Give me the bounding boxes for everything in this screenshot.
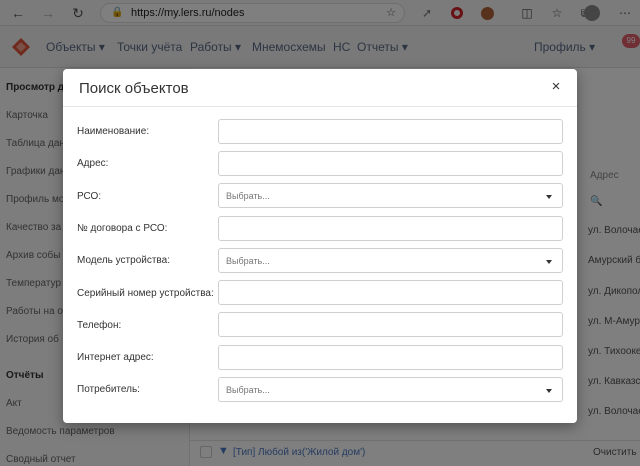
- device-model-select[interactable]: Выбрать...: [218, 248, 563, 273]
- chevron-down-icon: [546, 389, 552, 393]
- dialog-title: Поиск объектов: [79, 80, 189, 97]
- consumer-label: Потребитель:: [77, 384, 140, 395]
- address-label: Адрес:: [77, 158, 109, 169]
- internet-address-label: Интернет адрес:: [77, 352, 154, 363]
- serial-number-label: Серийный номер устройства:: [77, 288, 214, 299]
- internet-address-input[interactable]: [218, 345, 563, 370]
- rso-contract-label: № договора с РСО:: [77, 223, 168, 234]
- phone-input[interactable]: [218, 312, 563, 337]
- chevron-down-icon: [546, 195, 552, 199]
- address-input[interactable]: [218, 151, 563, 176]
- device-model-select-value: Выбрать...: [226, 256, 270, 266]
- consumer-select-value: Выбрать...: [226, 385, 270, 395]
- rso-select[interactable]: Выбрать...: [218, 183, 563, 208]
- rso-label: РСО:: [77, 191, 102, 202]
- serial-number-input[interactable]: [218, 280, 563, 305]
- dialog-header: Поиск объектов ×: [63, 69, 577, 107]
- device-model-label: Модель устройства:: [77, 255, 170, 266]
- search-objects-dialog: Поиск объектов × Наименование: Адрес: РС…: [63, 69, 577, 423]
- consumer-select[interactable]: Выбрать...: [218, 377, 563, 402]
- rso-select-value: Выбрать...: [226, 191, 270, 201]
- name-input[interactable]: [218, 119, 563, 144]
- phone-label: Телефон:: [77, 320, 122, 331]
- close-icon[interactable]: ×: [547, 78, 565, 96]
- rso-contract-input[interactable]: [218, 216, 563, 241]
- chevron-down-icon: [546, 260, 552, 264]
- name-label: Наименование:: [77, 126, 150, 137]
